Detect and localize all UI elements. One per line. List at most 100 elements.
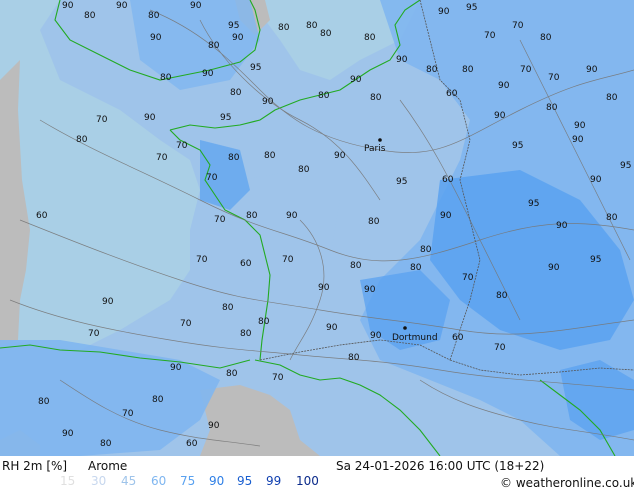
contour-label: 90 [62, 429, 74, 439]
contour-label: 95 [620, 161, 631, 171]
contour-label: 80 [148, 11, 160, 21]
contour-label: 80 [208, 41, 220, 51]
legend-value-75: 75 [180, 474, 196, 488]
contour-label: 80 [160, 73, 172, 83]
contour-label: 60 [186, 439, 198, 449]
contour-label: 70 [180, 319, 192, 329]
contour-label: 80 [240, 329, 252, 339]
contour-label: 70 [206, 173, 218, 183]
model-label: Arome [88, 459, 128, 473]
contour-label: 90 [548, 263, 560, 273]
contour-label: 95 [528, 199, 539, 209]
contour-label: 70 [88, 329, 100, 339]
contour-label: 90 [396, 55, 408, 65]
contour-label: 90 [232, 33, 244, 43]
legend-value-95: 95 [237, 474, 253, 488]
contour-label: 70 [156, 153, 168, 163]
contour-label: 90 [586, 65, 598, 75]
contour-label: 80 [230, 88, 242, 98]
contour-label: 80 [368, 217, 380, 227]
contour-label: 90 [208, 421, 220, 431]
datetime-label: Sa 24-01-2026 16:00 UTC (18+22) [336, 459, 545, 473]
contour-label: 80 [320, 29, 332, 39]
contour-label: 90 [572, 135, 584, 145]
legend-value-45: 45 [121, 474, 137, 488]
contour-label: 80 [298, 165, 310, 175]
contour-label: 90 [170, 363, 182, 373]
contour-label: 80 [370, 93, 382, 103]
contour-label: 80 [350, 261, 362, 271]
contour-label: 60 [452, 333, 464, 343]
contour-label: 90 [326, 323, 338, 333]
contour-label: 95 [250, 63, 261, 73]
variable-label: RH 2m [%] [2, 459, 68, 473]
contour-label: 90 [438, 7, 450, 17]
city-label-dortmund: Dortmund [392, 333, 438, 343]
city-marker-paris [378, 138, 382, 142]
contour-label: 80 [426, 65, 438, 75]
copyright-label: © weatheronline.co.uk [500, 476, 634, 490]
contour-label: 70 [122, 409, 134, 419]
contour-label: 95 [590, 255, 601, 265]
contour-label: 70 [462, 273, 474, 283]
contour-label: 90 [102, 297, 114, 307]
contour-label: 80 [606, 93, 618, 103]
contour-label: 80 [306, 21, 318, 31]
contour-label: 60 [36, 211, 48, 221]
contour-label: 90 [262, 97, 274, 107]
contour-label: 80 [226, 369, 238, 379]
contour-label: 95 [396, 177, 407, 187]
contour-label: 80 [318, 91, 330, 101]
contour-label: 80 [38, 397, 50, 407]
contour-label: 70 [272, 373, 284, 383]
contour-label: 90 [494, 111, 506, 121]
contour-label: 80 [364, 33, 376, 43]
contour-label: 90 [150, 33, 162, 43]
contour-label: 90 [498, 81, 510, 91]
contour-label: 80 [76, 135, 88, 145]
contour-label: 60 [446, 89, 458, 99]
contour-label: 80 [258, 317, 270, 327]
contour-label: 60 [442, 175, 454, 185]
contour-label: 90 [590, 175, 602, 185]
contour-label: 80 [100, 439, 112, 449]
contour-label: 80 [246, 211, 258, 221]
legend-value-100: 100 [296, 474, 319, 488]
contour-label: 80 [410, 263, 422, 273]
contour-label: 80 [348, 353, 360, 363]
contour-label: 80 [546, 103, 558, 113]
contour-label: 80 [420, 245, 432, 255]
contour-label: 70 [196, 255, 208, 265]
contour-label: 95 [228, 21, 239, 31]
contour-label: 90 [202, 69, 214, 79]
weather-map: 90 80 90 80 90 95 80 80 90 95 90 80 90 80 80 90 80 70 70 80… [0, 0, 634, 456]
contour-label: 70 [512, 21, 524, 31]
contour-label: 70 [548, 73, 560, 83]
contour-label: 95 [220, 113, 231, 123]
contour-label: 90 [574, 121, 586, 131]
city-label-paris: Paris [364, 144, 386, 154]
contour-label: 80 [228, 153, 240, 163]
contour-label: 80 [606, 213, 618, 223]
legend-value-60: 60 [151, 474, 167, 488]
contour-label: 95 [512, 141, 523, 151]
contour-label: 90 [440, 211, 452, 221]
contour-label: 80 [84, 11, 96, 21]
contour-label: 70 [520, 65, 532, 75]
contour-label: 80 [278, 23, 290, 33]
contour-label: 80 [264, 151, 276, 161]
contour-label: 80 [540, 33, 552, 43]
legend-value-30: 30 [91, 474, 107, 488]
contour-label: 70 [484, 31, 496, 41]
contour-label: 90 [350, 75, 362, 85]
map-canvas: 90 80 90 80 90 95 80 80 90 95 90 80 90 80 80 90 80 70 70 80… [0, 0, 634, 456]
contour-label: 90 [370, 331, 382, 341]
legend-value-99: 99 [266, 474, 282, 488]
contour-label: 90 [364, 285, 376, 295]
contour-label: 60 [240, 259, 252, 269]
contour-label: 95 [466, 3, 477, 13]
city-marker-dortmund [403, 326, 407, 330]
contour-label: 90 [116, 1, 128, 11]
contour-label: 80 [462, 65, 474, 75]
contour-label: 90 [144, 113, 156, 123]
